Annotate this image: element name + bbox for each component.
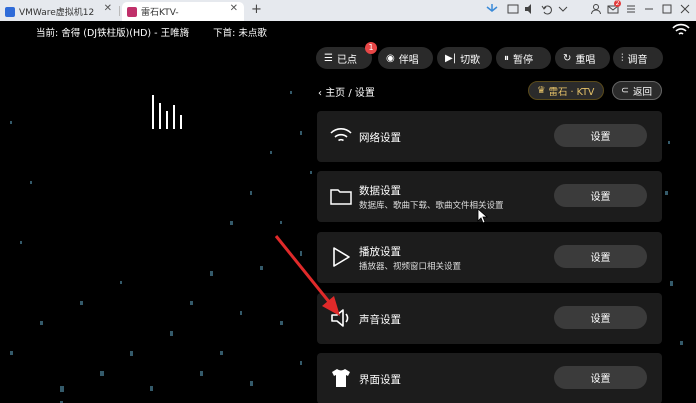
maximize-icon[interactable] — [661, 3, 673, 15]
tab-ktv[interactable]: 雷石KTV- ✕ — [122, 2, 244, 21]
skip-icon: ▶| — [445, 52, 457, 64]
ordered-songs-button[interactable]: ☰ 已点 1 — [316, 42, 377, 69]
crown-icon: ♛ — [537, 85, 546, 96]
now-playing-text: 当前: 舍得 (DJ铁柱版)(HD) - 王唯旖 — [36, 28, 190, 39]
setting-card-network: 网络设置 设置 — [317, 111, 662, 162]
list-icon: ☰ — [324, 52, 333, 64]
equalizer-logo-icon — [152, 95, 182, 129]
tab-divider — [119, 6, 120, 16]
tab-vmware[interactable]: VMWare虚拟机12 ✕ — [0, 2, 118, 21]
breadcrumb[interactable]: ‹ 主页 / 设置 — [318, 84, 375, 99]
interface-setting-button[interactable]: 设置 — [554, 366, 647, 389]
back-label: 返回 — [632, 86, 652, 98]
tune-button[interactable]: ⫶ 调音 — [613, 47, 663, 69]
pause-icon: ⏸ — [504, 52, 509, 64]
tab-label: 雷石KTV- — [141, 8, 179, 18]
setting-card-data: 数据设置 数据库、歌曲下载、歌曲文件相关设置 设置 — [317, 171, 662, 222]
mouse-cursor-icon — [477, 208, 489, 224]
replay-button[interactable]: ↻ 重唱 — [555, 47, 610, 69]
wifi-status-icon — [672, 23, 690, 35]
brand-pill[interactable]: ♛ 雷石 · KTV — [528, 81, 604, 100]
tab-label: VMWare虚拟机12 — [19, 8, 95, 18]
close-icon[interactable]: ✕ — [104, 3, 112, 14]
annotation-arrow-icon — [274, 235, 340, 316]
playback-setting-button[interactable]: 设置 — [554, 245, 647, 268]
new-tab-button[interactable]: + — [251, 2, 262, 17]
sound-icon[interactable] — [524, 3, 536, 15]
close-icon[interactable]: ✕ — [230, 3, 238, 14]
ordered-songs-label: 已点 — [336, 54, 357, 66]
close-window-icon[interactable] — [679, 3, 691, 15]
menu-icon[interactable] — [625, 3, 637, 15]
breadcrumb-text: 主页 / 设置 — [325, 88, 375, 99]
now-playing-bar: 当前: 舍得 (DJ铁柱版)(HD) - 王唯旖 下首: 未点歌 — [36, 25, 267, 39]
screen-icon[interactable] — [507, 3, 519, 15]
replay-icon: ↻ — [563, 52, 572, 64]
browser-tab-strip: VMWare虚拟机12 ✕ 雷石KTV- ✕ + 2 — [0, 0, 696, 21]
ktv-app: 当前: 舍得 (DJ铁柱版)(HD) - 王唯旖 下首: 未点歌 ☰ 已点 1 … — [0, 21, 696, 403]
minimize-icon[interactable] — [643, 3, 655, 15]
setting-subtitle: 播放器、视频窗口相关设置 — [359, 262, 462, 272]
network-setting-button[interactable]: 设置 — [554, 124, 647, 147]
folder-icon — [330, 189, 352, 205]
sound-setting-button[interactable]: 设置 — [554, 306, 647, 329]
mic-icon: ◉ — [386, 52, 395, 64]
undo-icon[interactable] — [541, 3, 553, 15]
setting-card-interface: 界面设置 设置 — [317, 353, 662, 403]
back-button[interactable]: ⊂ 返回 — [612, 81, 662, 100]
wifi-icon — [330, 128, 352, 142]
tune-label: 调音 — [627, 54, 648, 66]
setting-card-playback: 播放设置 播放器、视频窗口相关设置 设置 — [317, 232, 662, 283]
accompaniment-button[interactable]: ◉ 伴唱 — [378, 47, 433, 69]
equalizer-icon: ⫶ — [621, 52, 624, 64]
user-icon[interactable] — [590, 3, 602, 15]
shirt-icon — [332, 369, 350, 387]
pause-button[interactable]: ⏸ 暂停 — [496, 47, 551, 69]
pause-label: 暂停 — [513, 54, 533, 66]
skip-song-label: 切歌 — [460, 54, 481, 66]
next-song-text: 下首: 未点歌 — [213, 28, 267, 39]
capture-icon[interactable] — [486, 3, 498, 15]
skip-song-button[interactable]: ▶| 切歌 — [437, 47, 492, 69]
chevron-down-icon[interactable] — [557, 3, 569, 15]
back-circle-icon: ⊂ — [621, 85, 629, 96]
mail-count-badge: 2 — [614, 0, 621, 7]
setting-title: 数据设置 — [359, 185, 401, 197]
replay-label: 重唱 — [575, 54, 596, 66]
ordered-count-badge: 1 — [365, 42, 377, 54]
accompaniment-label: 伴唱 — [398, 54, 419, 66]
setting-title: 界面设置 — [359, 374, 401, 386]
setting-card-sound: 声音设置 设置 — [317, 293, 662, 344]
data-setting-button[interactable]: 设置 — [554, 184, 647, 207]
vmware-favicon-icon — [5, 6, 15, 17]
brand-label: 雷石 · KTV — [548, 86, 595, 98]
ktv-favicon-icon — [127, 6, 137, 17]
setting-title: 网络设置 — [359, 132, 401, 144]
